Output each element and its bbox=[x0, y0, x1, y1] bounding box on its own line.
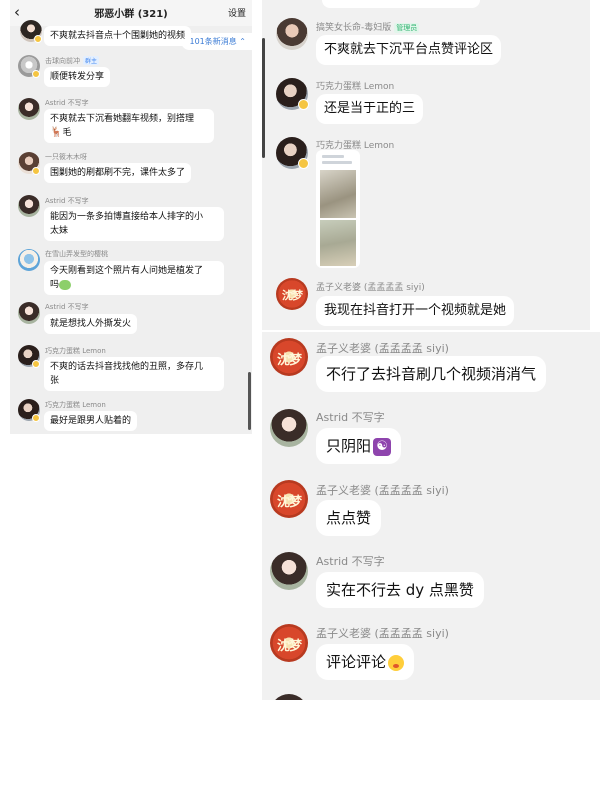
message-bubble[interactable]: 就是想找人外撕发火 bbox=[44, 314, 138, 334]
message-bubble[interactable]: 顺便转发分享 bbox=[44, 67, 111, 87]
avatar[interactable] bbox=[276, 18, 308, 50]
sender-name: 孟子义老婆 (孟孟孟孟 siyi) bbox=[316, 627, 449, 640]
avatar[interactable] bbox=[18, 195, 40, 217]
avatar[interactable]: 沈梦 bbox=[270, 338, 308, 376]
member-badge-icon bbox=[34, 35, 42, 43]
image-text-line bbox=[322, 161, 352, 164]
settings-button[interactable]: 设置 bbox=[228, 6, 246, 19]
sender-name: 孟子义老婆 (孟孟孟孟 siyi) bbox=[316, 342, 449, 355]
photo-thumbnail bbox=[320, 170, 356, 218]
sender-name: Astrid 不写字 bbox=[316, 411, 385, 424]
message-bubble[interactable]: 不爽的话去抖音找找他的丑照，多存几张 bbox=[44, 357, 224, 391]
sender-name: 在雪山弄发型的樱桃 bbox=[45, 250, 108, 258]
avatar[interactable]: 沈梦 bbox=[276, 278, 308, 310]
scrollbar[interactable] bbox=[262, 38, 265, 158]
message-bubble[interactable]: 最好是跟男人贴着的 bbox=[44, 411, 138, 431]
member-badge-icon bbox=[32, 167, 40, 175]
sender-name: Astrid 不写字 bbox=[45, 303, 89, 311]
message-bubble[interactable]: 点点赞 bbox=[316, 500, 382, 536]
sender-name: Astrid 不写字 bbox=[45, 99, 89, 107]
face-emoji-icon bbox=[388, 654, 405, 671]
sender-name: 搞笑女长命-毒妇版 管理员 bbox=[316, 23, 420, 33]
admin-tag: 管理员 bbox=[394, 23, 420, 33]
avatar[interactable]: 沈梦 bbox=[270, 624, 308, 662]
sender-name: Astrid 不写字 bbox=[45, 197, 89, 205]
member-badge-icon bbox=[298, 158, 309, 169]
avatar[interactable] bbox=[18, 302, 40, 324]
sender-name: 巧克力蛋糕 Lemon bbox=[316, 82, 395, 92]
message-bubble[interactable]: 评论评论 bbox=[316, 644, 415, 680]
new-messages-pill[interactable]: 101条新消息 ⌃ bbox=[181, 33, 252, 50]
avatar-partial[interactable] bbox=[270, 694, 308, 700]
message-bubble[interactable]: 能因为一条多拍博直接给本人排字的小 太妹 bbox=[44, 207, 224, 241]
image-message[interactable] bbox=[316, 150, 360, 268]
message-bubble-partial bbox=[322, 0, 480, 8]
sender-name: 一只筱木木呀 bbox=[45, 153, 87, 161]
message-bubble[interactable]: 不爽就去抖音点十个围剿她的视频 bbox=[44, 26, 192, 46]
message-bubble[interactable]: 今天刚看到这个照片有人问她是植发了吗 bbox=[44, 261, 224, 295]
message-bubble[interactable]: 围剿她的刷都刷不完，课件太多了 bbox=[44, 163, 192, 183]
avatar[interactable]: 沈梦 bbox=[270, 480, 308, 518]
group-title: 邪恶小群 (321) bbox=[94, 9, 168, 20]
message-bubble[interactable]: 只阴阳 ☯ bbox=[316, 428, 402, 464]
chat-header: ‹ 邪恶小群 (321) 设置 bbox=[10, 0, 252, 26]
message-bubble[interactable]: 还是当于正的三 bbox=[316, 94, 424, 124]
message-bubble[interactable]: 不爽就去下沉看她翻车视频，别搭理 🦌毛 bbox=[44, 109, 214, 143]
image-text-line bbox=[322, 155, 344, 158]
yin-yang-emoji-icon: ☯ bbox=[373, 437, 392, 456]
member-badge-icon bbox=[32, 70, 40, 78]
deer-emoji-icon: 🦌 bbox=[50, 127, 63, 138]
member-badge-icon bbox=[298, 99, 309, 110]
message-bubble[interactable]: 不爽就去下沉平台点赞评论区 bbox=[316, 35, 502, 65]
owner-tag: 群主 bbox=[83, 56, 100, 65]
message-bubble[interactable]: 不行了去抖音刷几个视频消消气 bbox=[316, 356, 547, 392]
chat-panel-group: ‹ 邪恶小群 (321) 设置 101条新消息 ⌃ 不爽就去抖音点十个围剿她的视… bbox=[10, 0, 252, 434]
sender-name: 孟子义老婆 (孟孟孟孟 siyi) bbox=[316, 283, 425, 293]
sender-name: 巧克力蛋糕 Lemon bbox=[45, 347, 106, 355]
avatar[interactable] bbox=[270, 552, 308, 590]
chat-panel-bottom: 沈梦 孟子义老婆 (孟孟孟孟 siyi) 不行了去抖音刷几个视频消消气 Astr… bbox=[262, 332, 600, 700]
avatar[interactable] bbox=[18, 98, 40, 120]
chat-panel-middle: 搞笑女长命-毒妇版 管理员 不爽就去下沉平台点赞评论区 巧克力蛋糕 Lemon 还… bbox=[262, 0, 590, 330]
sender-name: 巧克力蛋糕 Lemon bbox=[45, 401, 106, 409]
member-badge-icon bbox=[32, 360, 40, 368]
photo-thumbnail bbox=[320, 220, 356, 266]
member-badge-icon bbox=[32, 414, 40, 422]
sender-name: Astrid 不写字 bbox=[316, 555, 385, 568]
frog-emoji-icon bbox=[59, 279, 72, 290]
message-bubble[interactable]: 我现在抖音打开一个视频就是她 bbox=[316, 296, 515, 326]
sender-name: 击球向前冲 群主 bbox=[45, 56, 100, 65]
sender-name: 孟子义老婆 (孟孟孟孟 siyi) bbox=[316, 484, 449, 497]
message-bubble[interactable]: 实在不行去 dy 点黑赞 bbox=[316, 572, 484, 608]
avatar[interactable] bbox=[270, 409, 308, 447]
scrollbar[interactable] bbox=[248, 372, 251, 430]
avatar[interactable] bbox=[18, 249, 40, 271]
